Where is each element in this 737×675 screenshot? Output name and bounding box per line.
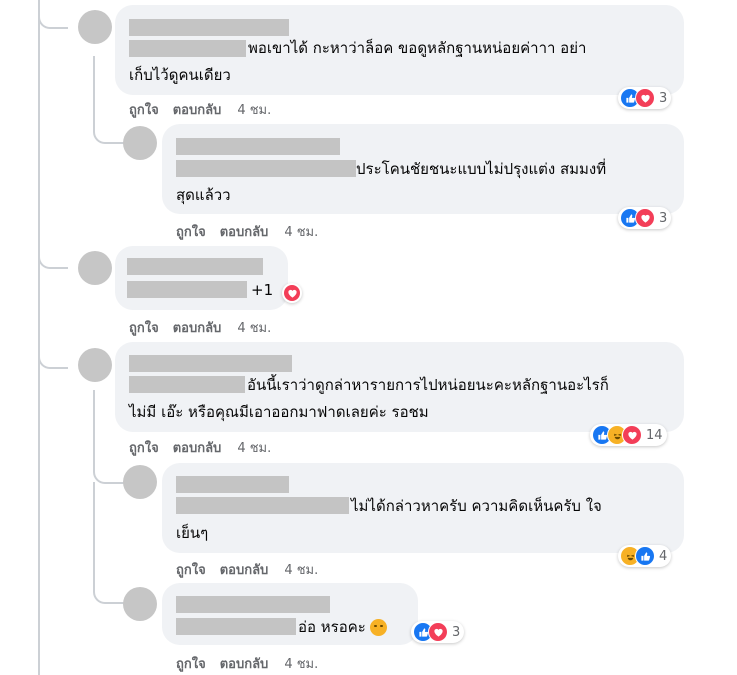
reaction-summary[interactable] <box>282 283 302 303</box>
reply-connector <box>93 112 125 144</box>
comment-text: เก็บไว้ดูคนเดียว <box>129 66 231 84</box>
thread-line-outer <box>38 0 40 675</box>
timestamp[interactable]: 4 ชม. <box>284 657 318 672</box>
like-link[interactable]: ถูกใจ <box>176 563 206 578</box>
redacted-mention <box>129 376 245 393</box>
redacted-author-name <box>176 476 289 493</box>
reaction-count: 3 <box>452 624 461 640</box>
heart-icon <box>428 622 448 642</box>
redacted-author-name <box>129 19 289 36</box>
comment-text-content: อ่อ หรอคะ <box>298 618 366 636</box>
redacted-mention <box>127 281 247 298</box>
comment-text: ไม่มี เอ๊ะ หรือคุณมีเอาออกมาฟาดเลยค่ะ รอ… <box>129 403 429 421</box>
comment-text: สุดแล้วว <box>176 186 231 204</box>
comment-actions: ถูกใจ ตอบกลับ 4 ชม. <box>176 221 332 242</box>
avatar[interactable] <box>78 348 112 382</box>
like-link[interactable]: ถูกใจ <box>176 225 206 240</box>
reply-connector <box>93 572 125 604</box>
comment-actions: ถูกใจ ตอบกลับ 4 ชม. <box>176 559 332 580</box>
reply-connector <box>93 452 125 484</box>
thread-line-reply <box>93 56 95 114</box>
reaction-summary[interactable]: 4 <box>618 545 672 567</box>
reply-link[interactable]: ตอบกลับ <box>220 563 269 578</box>
like-link[interactable]: ถูกใจ <box>129 441 159 456</box>
reaction-count: 14 <box>646 427 663 443</box>
reaction-count: 3 <box>659 90 668 106</box>
reply-link[interactable]: ตอบกลับ <box>220 657 269 672</box>
comment-text: เย็นๆ <box>176 524 209 542</box>
reply-link[interactable]: ตอบกลับ <box>220 225 269 240</box>
avatar[interactable] <box>78 251 112 285</box>
reply-link[interactable]: ตอบกลับ <box>173 321 222 336</box>
thread-connector <box>38 240 68 269</box>
thread-line-reply <box>93 390 95 456</box>
heart-icon <box>622 425 642 445</box>
avatar[interactable] <box>123 465 157 499</box>
comment-text: ไม่ได้กล่าวหาครับ ความคิดเห็นครับ ใจ <box>351 497 602 515</box>
avatar[interactable] <box>123 587 157 621</box>
redacted-author-name <box>176 596 330 613</box>
reaction-summary[interactable]: 3 <box>618 207 672 229</box>
timestamp[interactable]: 4 ชม. <box>284 225 318 240</box>
reply-link[interactable]: ตอบกลับ <box>173 441 222 456</box>
reaction-count: 3 <box>659 210 668 226</box>
comment-text: +1 <box>251 281 274 299</box>
thumbs-up-icon <box>635 546 655 566</box>
reply-link[interactable]: ตอบกลับ <box>173 103 222 118</box>
comment-actions: ถูกใจ ตอบกลับ 4 ชม. <box>129 437 285 458</box>
comment-actions: ถูกใจ ตอบกลับ 4 ชม. <box>129 317 285 338</box>
redacted-mention <box>129 40 246 57</box>
avatar[interactable] <box>123 126 157 160</box>
redacted-author-name <box>176 138 340 155</box>
reaction-summary[interactable]: 14 <box>590 424 667 446</box>
comment-text: ประโคนชัยชนะแบบไม่ปรุงแต่ง สมมงที่ <box>356 160 607 178</box>
redacted-mention <box>176 160 356 177</box>
like-link[interactable]: ถูกใจ <box>129 103 159 118</box>
redacted-mention <box>176 618 296 635</box>
thread-line-reply <box>93 482 95 584</box>
smirking-face-emoji <box>369 619 387 636</box>
comment-text: พอเขาได้ กะหาว่าล็อค ขอดูหลักฐานหน่อยค่า… <box>248 39 587 57</box>
heart-icon <box>635 208 655 228</box>
redacted-author-name <box>127 258 263 275</box>
comment-text: อันนี้เราว่าดูกล่าหารายการไปหน่อยนะคะหลั… <box>247 376 609 394</box>
timestamp[interactable]: 4 ชม. <box>237 103 271 118</box>
reaction-count: 4 <box>659 548 668 564</box>
reaction-summary[interactable]: 3 <box>618 87 672 109</box>
comment-actions: ถูกใจ ตอบกลับ 4 ชม. <box>129 99 285 120</box>
thread-connector <box>38 340 68 369</box>
timestamp[interactable]: 4 ชม. <box>237 321 271 336</box>
timestamp[interactable]: 4 ชม. <box>237 441 271 456</box>
like-link[interactable]: ถูกใจ <box>129 321 159 336</box>
redacted-author-name <box>129 355 292 372</box>
heart-icon <box>635 88 655 108</box>
comment-text: อ่อ หรอคะ <box>298 615 387 640</box>
heart-icon <box>284 285 300 301</box>
redacted-mention <box>176 497 349 514</box>
avatar[interactable] <box>78 10 112 44</box>
comment-actions: ถูกใจ ตอบกลับ 4 ชม. <box>176 653 332 674</box>
timestamp[interactable]: 4 ชม. <box>284 563 318 578</box>
reaction-summary[interactable]: 3 <box>411 621 465 643</box>
thread-connector <box>38 0 68 29</box>
like-link[interactable]: ถูกใจ <box>176 657 206 672</box>
